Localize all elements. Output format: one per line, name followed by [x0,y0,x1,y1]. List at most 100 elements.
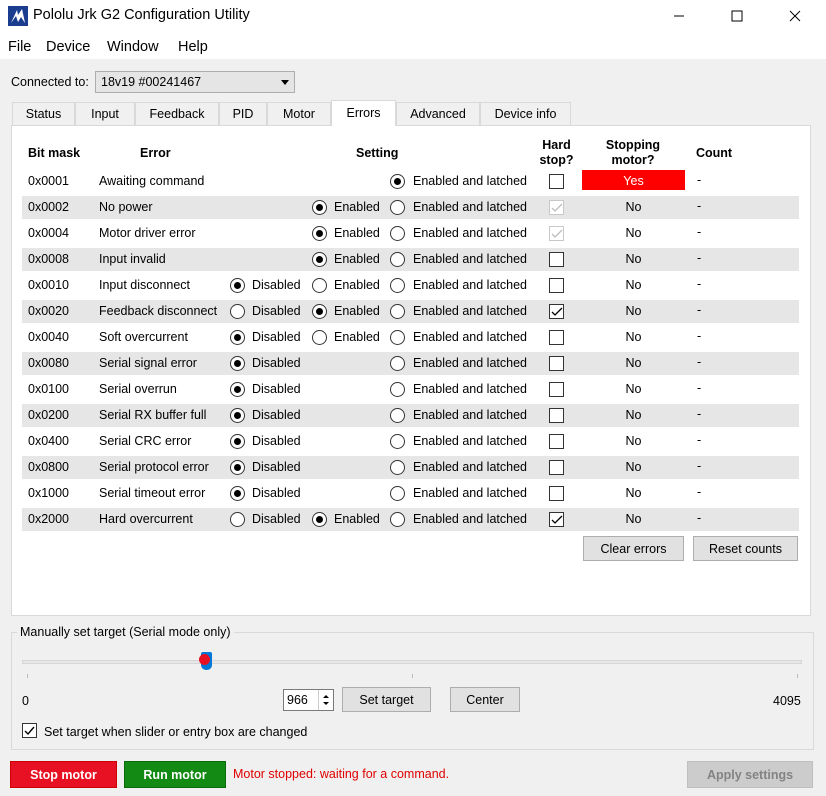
radio-disabled[interactable] [230,460,245,475]
tab-errors[interactable]: Errors [331,100,396,126]
radio-enabled-label: Enabled [334,252,380,266]
tab-motor[interactable]: Motor [267,102,331,125]
radio-disabled[interactable] [230,278,245,293]
radio-enabled[interactable] [312,226,327,241]
hard-stop-checkbox[interactable] [549,434,564,449]
menu-window[interactable]: Window [107,39,159,55]
tab-advanced[interactable]: Advanced [396,102,480,125]
dropdown-arrow-icon [281,80,289,85]
radio-enabled[interactable] [312,512,327,527]
hard-stop-checkbox[interactable] [549,174,564,189]
auto-set-checkbox[interactable] [22,723,37,738]
radio-disabled[interactable] [230,330,245,345]
spin-up-down-icon [323,695,329,705]
hard-stop-checkbox[interactable] [549,330,564,345]
radio-disabled-label: Disabled [252,512,301,526]
hard-stop-checkbox[interactable] [549,382,564,397]
maximize-button[interactable] [714,0,760,32]
tab-feedback[interactable]: Feedback [135,102,219,125]
error-row: 0x0002 No power Enabled Enabled and latched… [22,196,799,219]
slider-min-label: 0 [22,694,29,708]
radio-latched[interactable] [390,252,405,267]
tab-pid[interactable]: PID [219,102,267,125]
bit-mask-value: 0x0400 [28,434,70,448]
tab-status[interactable]: Status [12,102,75,125]
clear-errors-button[interactable]: Clear errors [583,536,684,561]
radio-latched[interactable] [390,382,405,397]
count-value: - [697,355,702,369]
radio-enabled[interactable] [312,330,327,345]
device-select[interactable]: 18v19 #00241467 [95,71,295,93]
tab-device-info[interactable]: Device info [480,102,571,125]
radio-disabled[interactable] [230,434,245,449]
hard-stop-checkbox[interactable] [549,356,564,371]
radio-enabled-label: Enabled [334,512,380,526]
apply-settings-button[interactable]: Apply settings [687,761,813,788]
radio-latched[interactable] [390,356,405,371]
auto-set-label: Set target when slider or entry box are … [44,725,308,739]
radio-latched[interactable] [390,408,405,423]
radio-disabled[interactable] [230,356,245,371]
menu-device[interactable]: Device [46,39,90,55]
menu-help[interactable]: Help [178,39,208,55]
target-spinbox[interactable]: 966 [283,689,334,711]
radio-disabled[interactable] [230,382,245,397]
radio-latched[interactable] [390,486,405,501]
spinbox-arrows[interactable] [318,690,333,710]
minimize-button[interactable] [656,0,702,32]
radio-enabled[interactable] [312,278,327,293]
radio-latched[interactable] [390,330,405,345]
radio-disabled[interactable] [230,408,245,423]
radio-latched-label: Enabled and latched [413,382,527,396]
count-value: - [697,485,702,499]
menu-file[interactable]: File [8,39,31,55]
error-row: 0x0004 Motor driver error Enabled Enabled a… [22,222,799,245]
radio-disabled[interactable] [230,512,245,527]
radio-latched[interactable] [390,278,405,293]
radio-latched[interactable] [390,512,405,527]
hard-stop-checkbox[interactable] [549,486,564,501]
hard-stop-checkbox[interactable] [549,200,564,215]
radio-latched-label: Enabled and latched [413,408,527,422]
radio-enabled[interactable] [312,252,327,267]
close-button[interactable] [772,0,818,32]
run-motor-button[interactable]: Run motor [124,761,226,788]
hard-stop-checkbox[interactable] [549,278,564,293]
error-name: Input disconnect [99,278,191,292]
tab-input[interactable]: Input [75,102,135,125]
set-target-button[interactable]: Set target [342,687,431,712]
hard-stop-checkbox[interactable] [549,304,564,319]
checkmark-icon [551,307,563,316]
radio-disabled[interactable] [230,304,245,319]
radio-latched-label: Enabled and latched [413,174,527,188]
radio-latched[interactable] [390,174,405,189]
menu-bar: File Device Window Help [0,32,826,59]
radio-latched[interactable] [390,460,405,475]
hard-stop-checkbox[interactable] [549,408,564,423]
radio-latched[interactable] [390,304,405,319]
radio-disabled-label: Disabled [252,356,301,370]
radio-latched[interactable] [390,226,405,241]
error-name: Awaiting command [99,174,205,188]
radio-enabled[interactable] [312,304,327,319]
error-name: Serial overrun [99,382,177,396]
error-row: 0x0001 Awaiting command Enabled and latche… [22,170,799,193]
error-name: Serial RX buffer full [99,408,207,422]
target-slider-track[interactable] [22,660,802,664]
count-value: - [697,251,702,265]
stopping-motor-value: No [625,434,642,448]
center-button[interactable]: Center [450,687,520,712]
hard-stop-checkbox[interactable] [549,512,564,527]
error-row: 0x0400 Serial CRC error Disabled Enabled an… [22,430,799,453]
hard-stop-checkbox[interactable] [549,252,564,267]
radio-enabled[interactable] [312,200,327,215]
radio-latched[interactable] [390,200,405,215]
hard-stop-checkbox[interactable] [549,460,564,475]
radio-latched-label: Enabled and latched [413,486,527,500]
reset-counts-button[interactable]: Reset counts [693,536,798,561]
radio-disabled[interactable] [230,486,245,501]
radio-latched[interactable] [390,434,405,449]
hard-stop-checkbox[interactable] [549,226,564,241]
stop-motor-button[interactable]: Stop motor [10,761,117,788]
error-name: Hard overcurrent [99,512,193,526]
